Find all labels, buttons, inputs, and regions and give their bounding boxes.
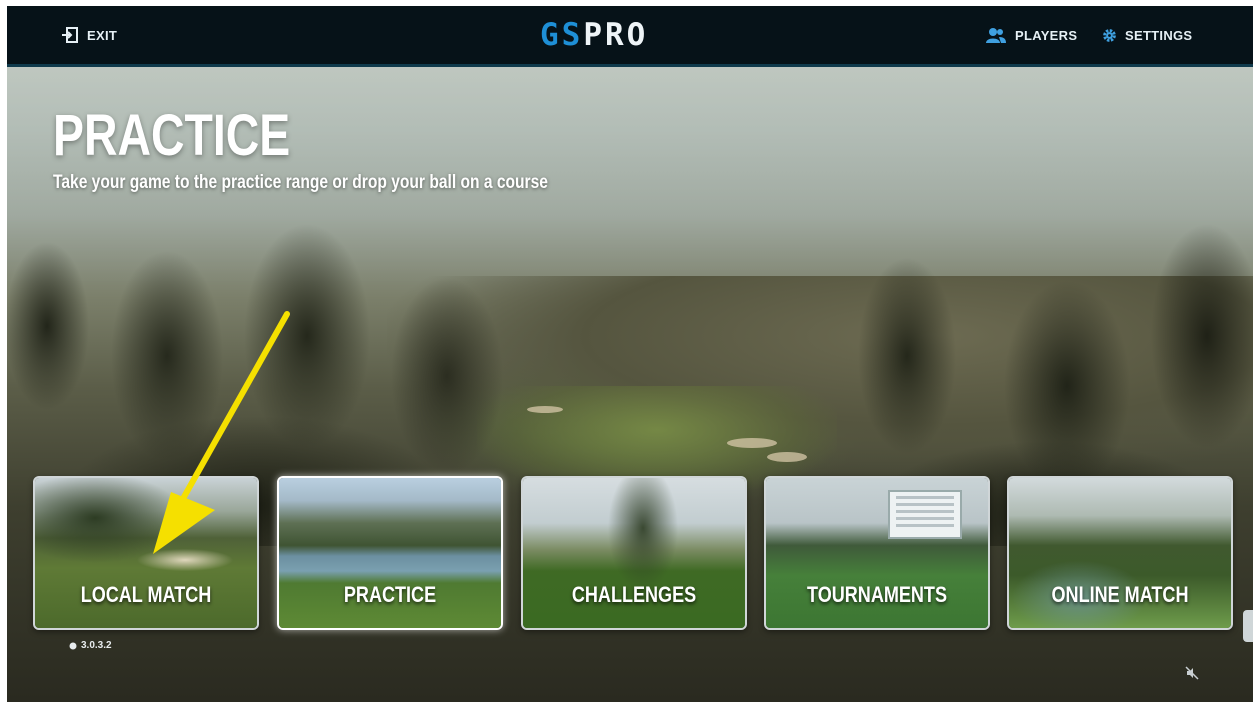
page-title: PRACTICE [53, 103, 291, 168]
gear-icon [1103, 28, 1116, 42]
online-match-card[interactable]: ONLINE MATCH [1007, 476, 1233, 630]
top-bar: EXIT GSPRO PLAYERS SETTINGS [7, 6, 1253, 67]
side-panel-tab[interactable] [1243, 610, 1253, 642]
settings-label: SETTINGS [1125, 27, 1193, 43]
local-match-card[interactable]: LOCAL MATCH [33, 476, 259, 630]
gspro-logo: GSPRO [540, 17, 649, 53]
mute-icon[interactable] [1185, 666, 1199, 680]
card-label: LOCAL MATCH [80, 582, 212, 607]
logo-gs-text: GS [540, 17, 584, 53]
players-button[interactable]: PLAYERS [985, 6, 1077, 64]
card-label: PRACTICE [343, 582, 437, 607]
mode-cards: LOCAL MATCH PRACTICE CHALLENGES TOURNAME… [33, 476, 1233, 630]
card-label: TOURNAMENTS [807, 582, 947, 607]
version-label: 3.0.3.2 [69, 640, 112, 651]
tournaments-card[interactable]: TOURNAMENTS [764, 476, 990, 630]
card-label: ONLINE MATCH [1051, 582, 1189, 607]
page-subtitle: Take your game to the practice range or … [53, 172, 548, 193]
background-bunker [727, 438, 777, 448]
exit-button[interactable]: EXIT [61, 6, 117, 64]
players-label: PLAYERS [1015, 27, 1078, 43]
scoreboard-graphic [888, 490, 962, 539]
version-icon [69, 642, 77, 649]
card-label: CHALLENGES [571, 582, 697, 607]
exit-label: EXIT [87, 27, 118, 43]
version-text: 3.0.3.2 [81, 640, 112, 651]
challenges-card[interactable]: CHALLENGES [521, 476, 747, 630]
players-icon [986, 28, 1006, 43]
practice-card[interactable]: PRACTICE [277, 476, 503, 630]
gspro-app: EXIT GSPRO PLAYERS SETTINGS PRACTICE Tak… [7, 6, 1253, 702]
exit-icon [62, 27, 78, 43]
logo-pro-text: PRO [583, 17, 649, 53]
settings-button[interactable]: SETTINGS [1102, 6, 1192, 64]
